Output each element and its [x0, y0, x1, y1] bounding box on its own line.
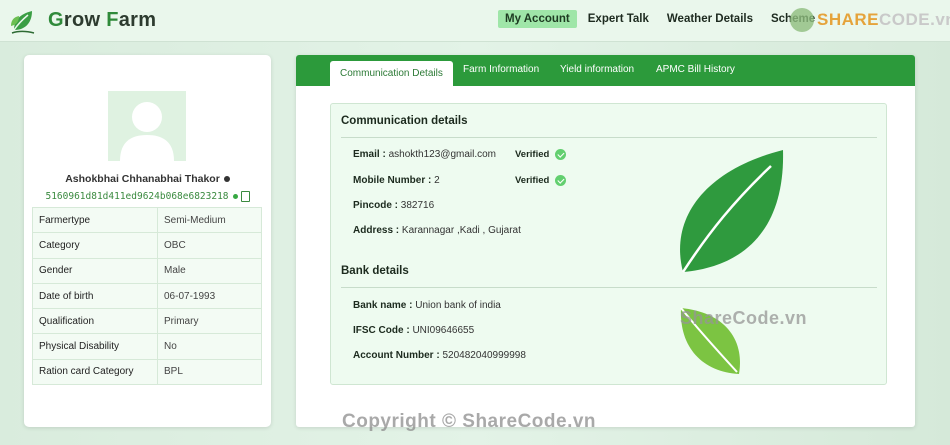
ifsc-row: IFSC Code : UNI09646655 [353, 325, 474, 336]
table-row: Ration card Category BPL [32, 358, 262, 386]
ifsc-label: IFSC Code : [353, 325, 410, 336]
email-verified-badge: Verified [515, 149, 567, 160]
field-key: Gender [32, 257, 158, 284]
check-circle-icon [555, 175, 567, 186]
profile-name: Ashokbhai Chhanabhai Thakor [24, 173, 271, 185]
brand-rest-2: arm [118, 9, 157, 31]
account-row: Account Number : 520482040999998 [353, 350, 526, 361]
mobile-label: Mobile Number : [353, 175, 432, 186]
bank-name-row: Bank name : Union bank of india [353, 300, 501, 311]
profile-id-text: 5160961d81d411ed9624b068e6823218 [45, 191, 229, 202]
nav-weather-details[interactable]: Weather Details [660, 10, 760, 28]
field-key: Category [32, 232, 158, 259]
bank-name-label: Bank name : [353, 300, 413, 311]
field-value: 06-07-1993 [157, 282, 262, 310]
mobile-value: 2 [434, 175, 440, 186]
table-row: Farmertype Semi-Medium [32, 206, 262, 234]
ifsc-value: UNI09646655 [412, 325, 475, 336]
watermark-share: SHARE [817, 10, 880, 29]
pincode-row: Pincode : 382716 [353, 200, 434, 211]
field-value: BPL [157, 358, 262, 386]
big-leaf-icon [680, 150, 784, 273]
table-row: Gender Male [32, 257, 262, 284]
communication-title: Communication details [341, 115, 468, 127]
account-value: 520482040999998 [442, 350, 526, 361]
profile-info-table: Farmertype Semi-Medium Category OBC Gender… [32, 206, 262, 386]
tab-farm-information[interactable]: Farm Information [463, 64, 539, 75]
details-box: Communication details Email : ashokth123… [330, 103, 887, 385]
watermark-logo-icon [790, 8, 814, 32]
brand-rest-1: row [63, 9, 107, 31]
nav-my-account[interactable]: My Account [498, 10, 577, 28]
brand-initial-g: G [48, 9, 64, 31]
field-value: No [157, 333, 262, 360]
verified-label: Verified [515, 149, 550, 160]
table-row: Physical Disability No [32, 333, 262, 360]
address-label: Address : [353, 225, 400, 236]
mobile-row: Mobile Number : 2 [353, 175, 440, 186]
field-value: Male [157, 257, 262, 284]
brand-initial-f: F [106, 9, 119, 31]
tab-yield-information[interactable]: Yield information [560, 64, 634, 75]
nav-expert-talk[interactable]: Expert Talk [581, 10, 656, 28]
mobile-verified-badge: Verified [515, 175, 567, 186]
bank-name-value: Union bank of india [415, 300, 501, 311]
table-row: Date of birth 06-07-1993 [32, 282, 262, 310]
field-key: Ration card Category [32, 358, 158, 386]
watermark-middle: ShareCode.vn [680, 308, 808, 328]
status-dot-icon [223, 176, 230, 183]
email-row: Email : ashokth123@gmail.com [353, 149, 496, 160]
leaf-logo-icon [11, 10, 35, 34]
user-silhouette-icon [120, 102, 174, 161]
field-key: Farmertype [32, 206, 158, 234]
brand-name: Grow Farm [48, 9, 156, 32]
navbar: Grow Farm My Account Expert Talk Weather… [0, 0, 950, 42]
watermark-code: CODE.vn [879, 10, 950, 29]
table-row: Qualification Primary [32, 308, 262, 335]
account-label: Account Number : [353, 350, 440, 361]
table-row: Category OBC [32, 232, 262, 259]
divider [341, 137, 877, 138]
field-value: Primary [157, 308, 262, 335]
pincode-label: Pincode : [353, 200, 399, 211]
pincode-value: 382716 [400, 200, 435, 211]
nav-links: My Account Expert Talk Weather Details S… [498, 10, 826, 28]
profile-name-text: Ashokbhai Chhanabhai Thakor [65, 173, 220, 185]
brand[interactable]: Grow Farm [8, 6, 156, 36]
verified-label: Verified [515, 175, 550, 186]
field-key: Date of birth [32, 282, 158, 310]
tab-apmc-bill-history[interactable]: APMC Bill History [656, 64, 735, 75]
email-value: ashokth123@gmail.com [388, 149, 497, 160]
green-dot-icon [232, 194, 238, 199]
field-key: Qualification [32, 308, 158, 335]
profile-card: Ashokbhai Chhanabhai Thakor 5160961d81d4… [24, 55, 271, 427]
field-key: Physical Disability [32, 333, 158, 360]
check-circle-icon [555, 149, 567, 160]
profile-id: 5160961d81d411ed9624b068e6823218 [24, 191, 271, 202]
field-value: Semi-Medium [157, 206, 262, 234]
email-label: Email : [353, 149, 386, 160]
watermark-top: SHARE CODE.vn [790, 8, 950, 32]
tab-communication-details[interactable]: Communication Details [330, 61, 453, 86]
bank-title: Bank details [341, 265, 409, 277]
tab-bar: Communication Details Farm Information Y… [296, 55, 915, 86]
avatar [108, 91, 186, 161]
watermark-copyright: Copyright © ShareCode.vn [342, 411, 597, 432]
copy-icon[interactable] [240, 191, 250, 202]
address-value: Karannagar ,Kadi , Gujarat [401, 225, 521, 236]
divider [341, 287, 877, 288]
field-value: OBC [157, 232, 262, 259]
address-row: Address : Karannagar ,Kadi , Gujarat [353, 225, 521, 236]
details-panel: Communication Details Farm Information Y… [296, 55, 915, 427]
